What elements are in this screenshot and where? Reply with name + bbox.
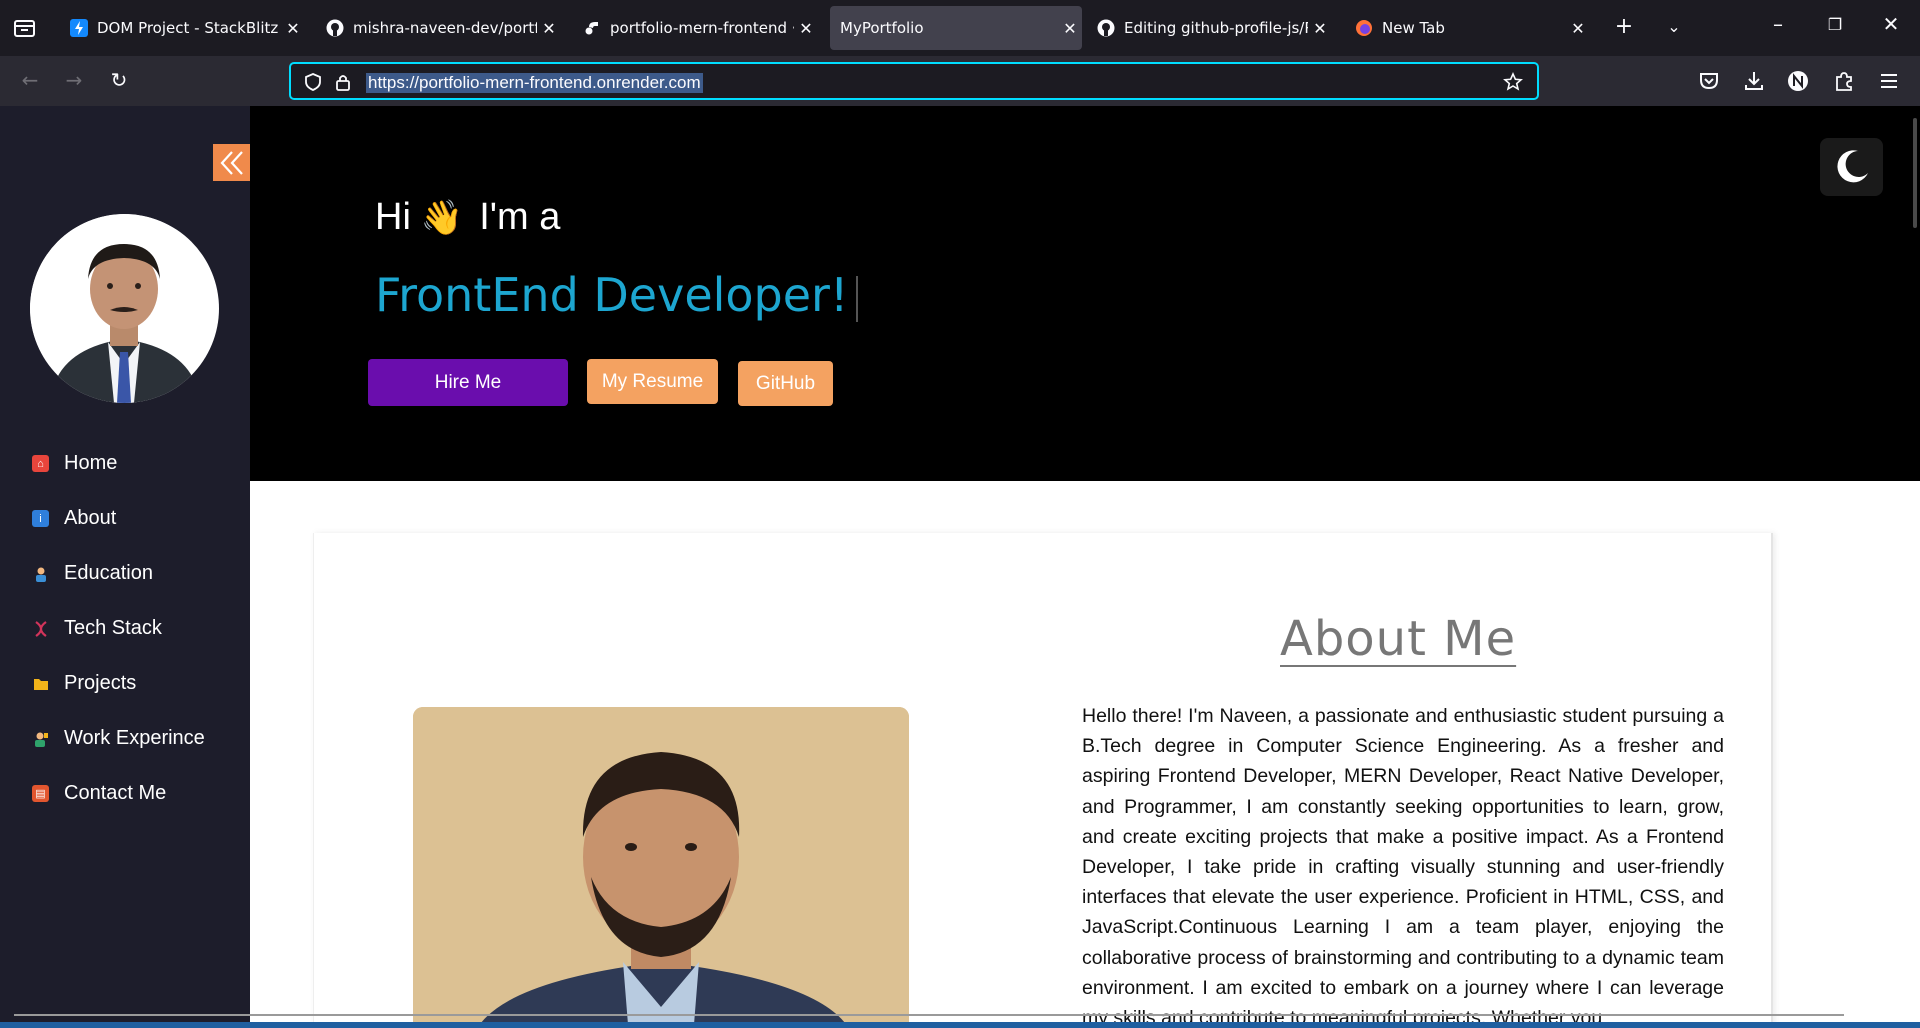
- taskbar-edge: [0, 1022, 1920, 1028]
- about-section: About Me Hello there! I'm Naveen, a pass…: [250, 481, 1913, 1028]
- tab-title: DOM Project - StackBlitz: [97, 19, 279, 37]
- sidebar: ⌂ Home i About Education Tech Stack Proj…: [0, 106, 250, 1028]
- tab-title: New Tab: [1382, 19, 1445, 37]
- hero-section: Hi 👋 I'm a FrontEnd Developer! Hire Me M…: [250, 106, 1920, 481]
- hero-greeting: Hi 👋 I'm a: [375, 196, 560, 239]
- browser-nav-bar: ← → ↻ https://portfolio-mern-frontend.on…: [0, 56, 1920, 106]
- new-tab-plus-icon[interactable]: +: [1610, 14, 1638, 39]
- tab-myportfolio[interactable]: MyPortfolio ✕: [830, 6, 1082, 50]
- divider: [14, 1014, 1844, 1016]
- profile-photo: [413, 707, 909, 1028]
- sidebar-item-tech-stack[interactable]: Tech Stack: [32, 601, 205, 656]
- tab-github-editing[interactable]: Editing github-profile-js/Re ✕: [1087, 6, 1332, 50]
- intro-text: I'm a: [479, 196, 561, 238]
- tab-github-portfolio[interactable]: mishra-naveen-dev/portfolio ✕: [316, 6, 561, 50]
- sidebar-item-label: Projects: [64, 672, 137, 694]
- sidebar-item-education[interactable]: Education: [32, 546, 205, 601]
- account-avatar-icon[interactable]: [1786, 69, 1810, 93]
- about-paragraph: Hello there! I'm Naveen, a passionate an…: [1082, 705, 1724, 1028]
- contact-icon: ▤: [32, 785, 49, 802]
- greeting-text: Hi: [375, 196, 411, 238]
- firefox-view-icon[interactable]: [12, 16, 38, 40]
- back-arrow-icon[interactable]: ←: [16, 68, 44, 96]
- browser-tab-bar: DOM Project - StackBlitz ✕ mishra-naveen…: [0, 0, 1920, 56]
- sidebar-item-label: Education: [64, 562, 153, 584]
- sidebar-item-label: Work Experince: [64, 727, 205, 749]
- url-bar[interactable]: https://portfolio-mern-frontend.onrender…: [289, 62, 1539, 100]
- minimize-icon[interactable]: –: [1758, 12, 1798, 36]
- collapse-sidebar-button[interactable]: [213, 144, 250, 181]
- moon-icon: [1836, 150, 1868, 183]
- tab-title: portfolio-mern-frontend ·: [610, 19, 794, 37]
- sidebar-item-home[interactable]: ⌂ Home: [32, 436, 205, 491]
- close-icon[interactable]: ✕: [1566, 19, 1590, 38]
- sidebar-item-about[interactable]: i About: [32, 491, 205, 546]
- student-icon: [32, 565, 49, 582]
- sidebar-item-label: Contact Me: [64, 782, 167, 804]
- hire-me-button[interactable]: Hire Me: [368, 359, 568, 406]
- restore-icon[interactable]: ❐: [1815, 15, 1855, 34]
- folder-icon: [32, 675, 49, 692]
- close-icon[interactable]: ✕: [537, 19, 561, 38]
- my-resume-button[interactable]: My Resume: [587, 359, 718, 404]
- lock-icon[interactable]: [333, 72, 353, 92]
- tab-render[interactable]: portfolio-mern-frontend · ✕: [573, 6, 818, 50]
- close-icon[interactable]: ✕: [794, 19, 818, 38]
- sidebar-item-label: Home: [64, 452, 118, 474]
- render-icon: [583, 19, 601, 37]
- stackblitz-icon: [70, 19, 88, 37]
- bookmark-star-icon[interactable]: [1503, 72, 1523, 92]
- window-close-icon[interactable]: ✕: [1871, 12, 1911, 36]
- sidebar-item-label: About: [64, 507, 117, 529]
- sidebar-item-label: Tech Stack: [64, 617, 162, 639]
- close-icon[interactable]: ✕: [281, 19, 305, 38]
- tab-stackblitz[interactable]: DOM Project - StackBlitz ✕: [60, 6, 305, 50]
- close-icon[interactable]: ✕: [1058, 19, 1082, 38]
- sidebar-item-projects[interactable]: Projects: [32, 656, 205, 711]
- page-scrollbar[interactable]: [1913, 118, 1917, 228]
- download-icon[interactable]: [1742, 69, 1766, 93]
- github-icon: [1097, 19, 1115, 37]
- role-text: FrontEnd Developer!: [375, 268, 849, 322]
- github-button[interactable]: GitHub: [738, 361, 833, 406]
- waving-hand-icon: 👋: [420, 198, 464, 237]
- about-title: About Me: [1280, 611, 1517, 667]
- github-icon: [326, 19, 344, 37]
- sidebar-item-work-experience[interactable]: Work Experince: [32, 711, 205, 766]
- worker-icon: [32, 730, 49, 747]
- pocket-icon[interactable]: [1697, 69, 1721, 93]
- shield-icon[interactable]: [303, 72, 323, 92]
- sidebar-item-contact[interactable]: ▤ Contact Me: [32, 766, 205, 821]
- dark-mode-toggle[interactable]: [1820, 138, 1883, 196]
- url-text[interactable]: https://portfolio-mern-frontend.onrender…: [366, 73, 703, 93]
- extensions-puzzle-icon[interactable]: [1832, 69, 1856, 93]
- firefox-icon: [1355, 19, 1373, 37]
- close-icon[interactable]: ✕: [1308, 19, 1332, 38]
- home-icon: ⌂: [32, 455, 49, 472]
- tab-new-tab[interactable]: New Tab ✕: [1345, 6, 1590, 50]
- tab-list-chevron-down-icon[interactable]: ⌄: [1660, 17, 1688, 36]
- reload-icon[interactable]: ↻: [105, 68, 133, 96]
- tab-title: Editing github-profile-js/Re: [1124, 19, 1308, 37]
- hero-role: FrontEnd Developer!: [375, 268, 859, 322]
- tab-title: mishra-naveen-dev/portfolio: [353, 19, 537, 37]
- tab-title: MyPortfolio: [840, 19, 924, 37]
- dna-icon: [32, 620, 49, 637]
- double-chevron-left-icon: [220, 150, 243, 175]
- page-viewport: ⌂ Home i About Education Tech Stack Proj…: [0, 106, 1920, 1028]
- info-icon: i: [32, 510, 49, 527]
- sidebar-menu: ⌂ Home i About Education Tech Stack Proj…: [32, 436, 205, 821]
- typing-cursor: [856, 275, 859, 322]
- forward-arrow-icon[interactable]: →: [60, 68, 88, 96]
- avatar: [30, 214, 219, 403]
- app-menu-icon[interactable]: [1877, 69, 1901, 93]
